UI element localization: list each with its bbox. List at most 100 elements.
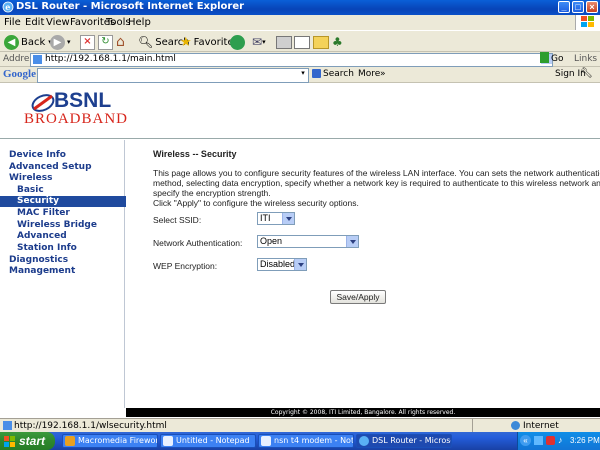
back-button[interactable]: ◀ Back ▾: [4, 34, 52, 50]
task-label: Macromedia Firework...: [78, 436, 157, 445]
sidebar-item-advanced[interactable]: Advanced: [0, 231, 141, 242]
sidebar-item-security[interactable]: Security: [0, 196, 141, 207]
window-title-bar[interactable]: e DSL Router - Microsoft Internet Explor…: [0, 0, 600, 15]
sidebar-item-wireless-bridge[interactable]: Wireless Bridge: [0, 220, 141, 231]
menu-tools[interactable]: Tools: [106, 17, 131, 28]
menu-file[interactable]: File: [4, 17, 21, 28]
back-arrow-icon: ◀: [4, 34, 19, 50]
save-apply-button[interactable]: Save/Apply: [330, 290, 386, 304]
home-icon: ⌂: [116, 34, 125, 50]
ssid-select[interactable]: ITI: [257, 212, 295, 225]
history-icon: [230, 34, 245, 50]
task-label: Untitled - Notepad: [176, 436, 250, 445]
home-button[interactable]: ⌂: [116, 34, 125, 50]
discuss-button[interactable]: [313, 34, 329, 50]
go-button[interactable]: Go: [551, 54, 563, 64]
print-button[interactable]: [276, 34, 292, 50]
forward-button[interactable]: ▶ ▾: [50, 34, 71, 50]
network-icon[interactable]: [534, 436, 543, 445]
main-content: Wireless -- Security This page allows yo…: [126, 140, 600, 408]
description-line-2: method, selecting data encryption, speci…: [153, 178, 600, 188]
page-status-icon: [3, 421, 12, 430]
google-toolbar: Google ▾ Search More » Sign In 🔧︎: [0, 67, 600, 83]
chevron-down-icon: [282, 213, 294, 224]
ie-icon: e: [2, 1, 14, 13]
svg-text:e: e: [5, 2, 10, 12]
google-logo: Google: [3, 68, 36, 80]
history-button[interactable]: [230, 34, 247, 50]
description-line-4: Click "Apply" to configure the wireless …: [153, 198, 359, 208]
volume-icon[interactable]: ♪: [558, 435, 563, 445]
address-url: http://192.168.1.1/main.html: [45, 54, 176, 64]
shield-icon[interactable]: [546, 436, 555, 445]
sidebar-item-wireless[interactable]: Wireless: [0, 173, 133, 184]
menu-bar: File Edit View Favorites Tools Help: [0, 15, 600, 30]
menu-view[interactable]: View: [46, 17, 70, 28]
description-line-3: specify the encryption strength.: [153, 188, 271, 198]
ssid-label: Select SSID:: [153, 215, 202, 225]
sidebar-item-advanced-setup[interactable]: Advanced Setup: [0, 162, 133, 173]
page-icon: [33, 55, 42, 64]
auth-label: Network Authentication:: [153, 238, 243, 248]
notepad-icon: [261, 436, 271, 446]
fireworks-icon: [65, 436, 75, 446]
mail-button[interactable]: ✉ ▾: [252, 34, 266, 50]
close-button[interactable]: ×: [586, 1, 598, 13]
task-label: nsn t4 modem - Note...: [274, 436, 354, 445]
google-more-button[interactable]: More: [358, 69, 380, 79]
network-authentication-select[interactable]: Open: [257, 235, 359, 248]
task-notepad-untitled[interactable]: Untitled - Notepad: [160, 434, 256, 448]
refresh-button[interactable]: ↻: [98, 34, 113, 50]
window-title: DSL Router - Microsoft Internet Explorer: [16, 1, 245, 12]
brand-subtitle: BROADBAND: [24, 111, 129, 127]
google-search-icon: [312, 69, 321, 78]
google-search-input[interactable]: ▾: [37, 68, 309, 83]
wep-value: Disabled: [260, 259, 296, 269]
windows-logo-icon: [575, 15, 600, 30]
edit-button[interactable]: [294, 34, 310, 50]
tray-arrow-icon[interactable]: «: [520, 435, 531, 446]
menu-edit[interactable]: Edit: [25, 17, 44, 28]
sidebar-item-mac-filter[interactable]: MAC Filter: [0, 208, 141, 219]
folder-icon: [313, 35, 329, 49]
sidebar-item-device-info[interactable]: Device Info: [0, 150, 133, 161]
google-dropdown-icon[interactable]: ▾: [298, 69, 308, 80]
status-zone: Internet: [523, 421, 559, 431]
windows-flag-icon: [4, 436, 15, 447]
sidebar-item-diagnostics[interactable]: Diagnostics: [0, 255, 133, 266]
wep-encryption-select[interactable]: Disabled: [257, 258, 307, 271]
status-url: http://192.168.1.1/wlsecurity.html: [14, 421, 167, 431]
status-bar: http://192.168.1.1/wlsecurity.html Inter…: [0, 418, 600, 432]
refresh-icon: ↻: [98, 34, 113, 50]
task-fireworks[interactable]: Macromedia Firework...: [62, 434, 158, 448]
menu-help[interactable]: Help: [128, 17, 151, 28]
forward-arrow-icon: ▶: [50, 34, 65, 50]
wrench-icon[interactable]: 🔧︎: [580, 68, 593, 79]
start-button[interactable]: start: [0, 432, 55, 450]
sidebar-item-management[interactable]: Management: [0, 266, 133, 277]
address-input[interactable]: http://192.168.1.1/main.html: [30, 53, 553, 67]
minimize-button[interactable]: _: [558, 1, 570, 13]
star-icon: ★: [180, 34, 192, 50]
go-arrow-icon[interactable]: [540, 52, 549, 63]
messenger-button[interactable]: ♣: [332, 34, 343, 50]
description-line-1: This page allows you to configure securi…: [153, 168, 600, 178]
notepad-icon: [163, 436, 173, 446]
left-navigation: Device Info Advanced Setup Wireless Basic Se…: [0, 140, 141, 408]
task-ie-router[interactable]: DSL Router - Microsof...: [356, 434, 452, 448]
clock[interactable]: 3:26 PM: [570, 436, 600, 445]
copyright-footer: Copyright © 2008, ITI Limited, Bangalore…: [126, 408, 600, 417]
system-tray: « ♪ 3:26 PM: [517, 432, 600, 450]
globe-icon: [511, 421, 520, 430]
links-button[interactable]: Links: [574, 54, 597, 64]
sidebar-item-station-info[interactable]: Station Info: [0, 243, 141, 254]
task-notepad-modem[interactable]: nsn t4 modem - Note...: [258, 434, 354, 448]
chevron-down-icon: [294, 259, 306, 270]
sidebar-item-basic[interactable]: Basic: [0, 185, 141, 196]
stop-button[interactable]: ×: [80, 34, 95, 50]
address-bar: Address http://192.168.1.1/main.html Go …: [0, 52, 600, 67]
maximize-button[interactable]: □: [572, 1, 584, 13]
chevron-down-icon: [346, 236, 358, 247]
edit-icon: [294, 35, 310, 49]
google-search-button[interactable]: Search: [323, 69, 354, 79]
